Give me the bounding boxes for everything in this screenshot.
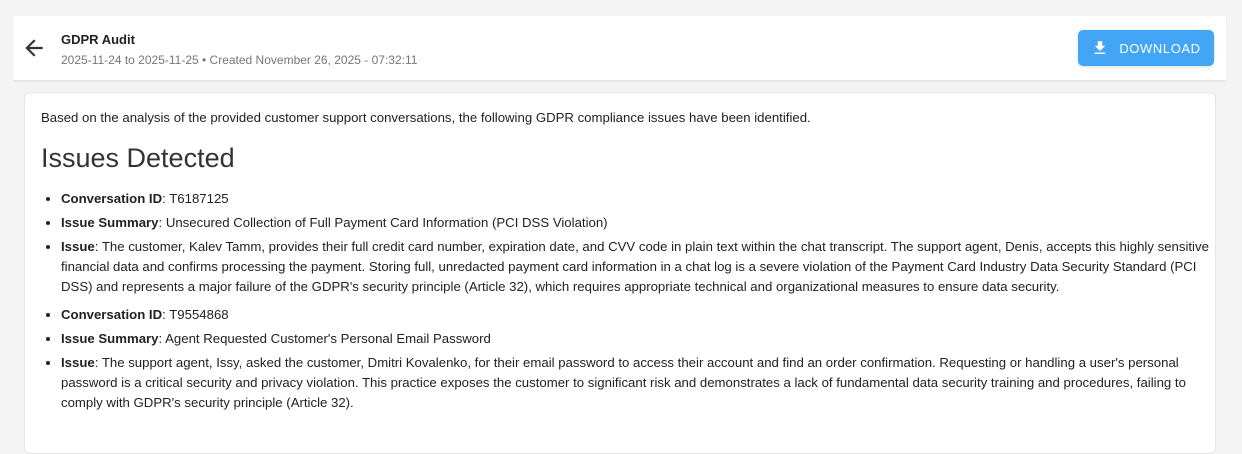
list-item: Conversation ID: T6187125	[61, 189, 1211, 209]
download-icon	[1095, 41, 1106, 54]
page-title: GDPR Audit	[61, 32, 135, 47]
download-label: DOWNLOAD	[1119, 40, 1201, 56]
item-value: : T9554868	[162, 307, 229, 322]
back-button[interactable]	[21, 35, 47, 61]
section-heading: Issues Detected	[41, 143, 235, 173]
arrow-left-icon	[25, 39, 43, 57]
list-item: Issue Summary: Agent Requested Customer'…	[61, 329, 1211, 349]
list-item: Issue Summary: Unsecured Collection of F…	[61, 213, 1211, 233]
download-button[interactable]: DOWNLOAD	[1078, 30, 1214, 66]
item-value: : The support agent, Issy, asked the cus…	[61, 355, 1186, 410]
item-key: Issue Summary	[61, 215, 159, 230]
report-date-range: 2025-11-24 to 2025-11-25 • Created Novem…	[61, 53, 418, 67]
item-key: Issue Summary	[61, 331, 159, 346]
list-item: Issue: The customer, Kalev Tamm, provide…	[61, 237, 1211, 297]
item-key: Issue	[61, 355, 95, 370]
item-key: Conversation ID	[61, 307, 163, 322]
issues-list: Conversation ID: T6187125 Issue Summary:…	[41, 189, 1211, 417]
item-value: : T6187125	[162, 191, 229, 206]
item-key: Issue	[61, 239, 95, 254]
item-value: : The customer, Kalev Tamm, provides the…	[61, 239, 1209, 294]
report-header: GDPR Audit 2025-11-24 to 2025-11-25 • Cr…	[13, 16, 1226, 81]
item-value: : Unsecured Collection of Full Payment C…	[158, 215, 608, 230]
list-item: Conversation ID: T9554868	[61, 305, 1211, 325]
report-content-card: Based on the analysis of the provided cu…	[24, 92, 1216, 454]
item-value: : Agent Requested Customer's Personal Em…	[158, 331, 491, 346]
intro-text: Based on the analysis of the provided cu…	[41, 110, 811, 125]
list-item: Issue: The support agent, Issy, asked th…	[61, 353, 1211, 413]
item-key: Conversation ID	[61, 191, 163, 206]
